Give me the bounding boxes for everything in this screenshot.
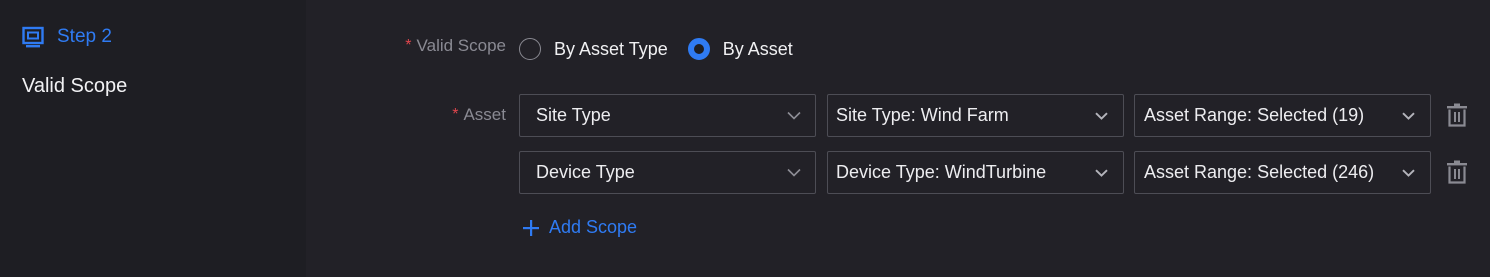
radio-circle-icon[interactable] xyxy=(519,38,541,60)
step-title: Step 2 xyxy=(57,26,112,47)
asset-label: * Asset xyxy=(452,105,506,124)
step-subtitle: Valid Scope xyxy=(22,75,128,97)
chevron-down-icon xyxy=(787,168,801,177)
valid-scope-radio-group: By Asset Type By Asset xyxy=(519,36,813,62)
plus-icon xyxy=(522,219,540,237)
step-header: Step 2 xyxy=(22,24,112,50)
asset-range-select-2[interactable]: Asset Range: Selected (246) xyxy=(1134,151,1431,194)
required-asterisk: * xyxy=(452,106,459,123)
step-sidebar: Step 2 Valid Scope xyxy=(0,0,306,277)
chevron-down-icon xyxy=(1095,169,1108,177)
delete-row-trash-icon[interactable] xyxy=(1445,103,1469,127)
valid-scope-label: * Valid Scope xyxy=(405,36,506,55)
chevron-down-icon xyxy=(787,111,801,120)
radio-by-asset-type[interactable]: By Asset Type xyxy=(519,38,668,60)
chevron-down-icon xyxy=(1402,169,1415,177)
asset-type-select-2[interactable]: Device Type xyxy=(519,151,816,194)
asset-range-select-1[interactable]: Asset Range: Selected (19) xyxy=(1134,94,1431,137)
radio-checked-icon[interactable] xyxy=(687,38,710,60)
add-scope-button[interactable]: Add Scope xyxy=(522,217,637,238)
monitor-step-icon xyxy=(22,26,44,48)
asset-type-select-1[interactable]: Site Type xyxy=(519,94,816,137)
device-type-filter-select[interactable]: Device Type: WindTurbine xyxy=(827,151,1124,194)
required-asterisk: * xyxy=(405,37,412,54)
chevron-down-icon xyxy=(1095,112,1108,120)
radio-by-asset[interactable]: By Asset xyxy=(687,38,793,60)
site-type-filter-select[interactable]: Site Type: Wind Farm xyxy=(827,94,1124,137)
chevron-down-icon xyxy=(1402,112,1415,120)
delete-row-trash-icon[interactable] xyxy=(1445,160,1469,184)
